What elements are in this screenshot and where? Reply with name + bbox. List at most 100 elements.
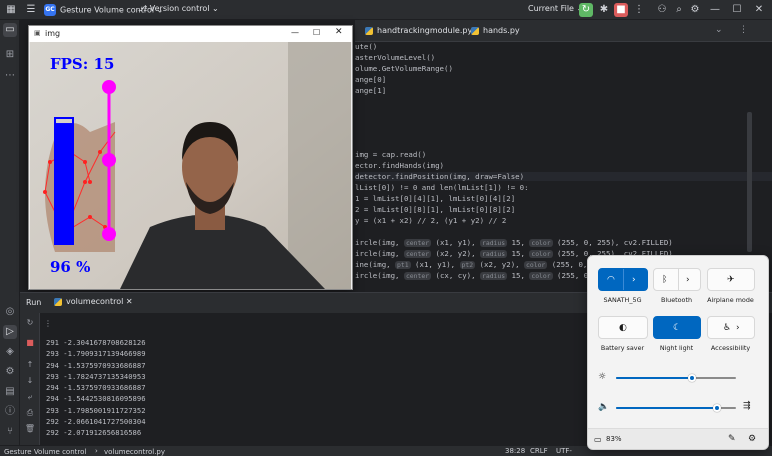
- services-icon[interactable]: ⚙: [3, 365, 17, 379]
- layers-icon[interactable]: ◈: [3, 345, 17, 359]
- code-line: 2 = lmList[0][8][1], lmList[0][8][2]: [355, 205, 516, 214]
- scroll-up-icon[interactable]: ↑: [24, 359, 36, 371]
- bluetooth-icon: ᛒ: [662, 275, 668, 285]
- run-config-tab[interactable]: volumecontrol ✕: [54, 297, 133, 306]
- battery-saver-icon: ◐: [619, 323, 627, 333]
- minimize-icon[interactable]: —: [291, 28, 299, 37]
- code-line: ange[0]: [355, 75, 387, 84]
- code-line: y = (x1 + x2) // 2, (y1 + y2) // 2: [355, 216, 507, 225]
- airplane-mode-tile[interactable]: ✈: [707, 268, 755, 291]
- code-line-current: detector.findPosition(img, draw=False): [355, 172, 772, 181]
- audio-output-icon[interactable]: ⇶: [743, 401, 751, 411]
- console-line: 294 -1.5375970933686887: [46, 360, 146, 370]
- volume-slider-fill: [616, 407, 717, 409]
- scroll-down-icon[interactable]: ↓: [24, 375, 36, 387]
- left-tool-strip: ▭ ⊞ ⋯ ◎ ▷ ◈ ⚙ ▤ ⓘ ⑂: [0, 20, 20, 445]
- quick-settings-panel: ◠ › SANATH_5G ᛒ › Bluetooth ✈ Airplane m…: [587, 255, 769, 450]
- status-file-separator: ›: [95, 447, 98, 455]
- brightness-slider-thumb[interactable]: [687, 374, 696, 382]
- stop-icon[interactable]: ■: [24, 337, 36, 349]
- night-light-tile[interactable]: ☾: [653, 316, 701, 339]
- console-output[interactable]: 291 -2.3041678708628126 293 -1.790931713…: [46, 337, 146, 439]
- volume-bar-fill: [55, 123, 73, 244]
- soft-wrap-icon[interactable]: ⤶: [24, 391, 36, 403]
- more-tools-icon[interactable]: ⋯: [3, 69, 17, 83]
- console-line: 294 -1.5442530816095896: [46, 394, 146, 404]
- brightness-icon: ☼: [598, 372, 607, 382]
- quick-settings-footer: ▭ 83% ✎ ⚙: [588, 428, 768, 449]
- image-window[interactable]: ▣ img — ☐ ✕ FPS: 15 96 %: [28, 25, 353, 290]
- code-line: 1 = lmList[0][4][1], lmList[0][4][2]: [355, 194, 516, 203]
- windows-logo-icon[interactable]: ▦: [4, 3, 18, 17]
- rerun-button[interactable]: ↻: [579, 3, 593, 17]
- image-window-title: img: [45, 29, 61, 38]
- chevron-down-icon: ⌄: [212, 4, 219, 13]
- vcs-menu[interactable]: ⎇ Version control ⌄: [138, 4, 219, 13]
- search-icon[interactable]: ⌕: [672, 3, 686, 17]
- console-line: 292 -2.0661041727500304: [46, 417, 146, 427]
- editor-scrollbar[interactable]: [747, 112, 752, 252]
- battery-saver-tile[interactable]: ◐: [598, 316, 648, 339]
- hamburger-menu-icon[interactable]: ☰: [24, 3, 38, 17]
- structure-icon[interactable]: ⊞: [3, 48, 17, 62]
- caret-position[interactable]: 38:28: [505, 447, 525, 455]
- night-light-label: Night light: [659, 344, 694, 352]
- chevron-right-icon[interactable]: ›: [686, 274, 690, 286]
- edit-pencil-icon[interactable]: ✎: [728, 434, 736, 444]
- volume-percent-label: 96 %: [50, 258, 90, 276]
- vcs-label: Version control: [149, 4, 210, 13]
- run-tab-label[interactable]: Run: [26, 298, 41, 307]
- brightness-slider[interactable]: [616, 374, 736, 382]
- run-config-selector[interactable]: Current File ⌄: [528, 4, 583, 13]
- chevron-right-icon[interactable]: ›: [632, 274, 636, 286]
- more-tabs-icon[interactable]: ⋮: [739, 25, 748, 35]
- tile-divider: [678, 269, 679, 290]
- airplane-mode-label: Airplane mode: [707, 296, 754, 304]
- line-ending[interactable]: CRLF: [530, 447, 548, 455]
- run-config-label: Current File: [528, 4, 574, 13]
- volume-slider[interactable]: [616, 404, 736, 412]
- tabs-dropdown-icon[interactable]: ⌄: [715, 25, 723, 35]
- stop-button[interactable]: ■: [614, 3, 628, 17]
- print-icon[interactable]: ⎙: [24, 407, 36, 419]
- project-folder-icon[interactable]: ▭: [3, 23, 17, 37]
- console-line: 293 -1.7824737135340953: [46, 371, 146, 381]
- trash-icon[interactable]: 🗑: [24, 423, 36, 435]
- close-icon[interactable]: ✕: [752, 3, 766, 17]
- git-icon[interactable]: ⑂: [3, 425, 17, 439]
- run-toolbar: ↻ ■ ↑ ↓ ⤶ ⎙ 🗑: [20, 313, 40, 446]
- python-file-icon: [471, 26, 479, 35]
- accessibility-label: Accessibility: [710, 344, 751, 352]
- terminal-icon[interactable]: ▤: [3, 385, 17, 399]
- more-options-icon[interactable]: ⋮: [44, 319, 52, 328]
- fps-label: FPS: 15: [50, 55, 114, 73]
- minimize-icon[interactable]: —: [708, 3, 722, 17]
- tab-hands[interactable]: hands.py: [471, 20, 520, 42]
- gear-icon[interactable]: ⚙: [748, 434, 756, 444]
- volume-slider-thumb[interactable]: [712, 404, 721, 412]
- index-tip-marker: [102, 227, 116, 241]
- wifi-tile[interactable]: ◠ ›: [598, 268, 648, 291]
- chevron-right-icon[interactable]: ›: [736, 322, 740, 334]
- problems-icon[interactable]: ⓘ: [3, 405, 17, 419]
- file-encoding[interactable]: UTF-: [556, 447, 572, 455]
- close-icon[interactable]: ✕: [335, 27, 343, 37]
- webcam-feed: FPS: 15 96 %: [30, 42, 351, 289]
- tab-handtrackingmodule[interactable]: handtrackingmodule.py: [365, 20, 472, 42]
- accessibility-tile[interactable]: ♿ ›: [707, 316, 755, 339]
- rerun-icon[interactable]: ↻: [24, 317, 36, 329]
- account-icon[interactable]: ⚇: [655, 3, 669, 17]
- run-tool-icon[interactable]: ▷: [3, 325, 17, 339]
- camera-frame: FPS: 15 96 %: [30, 42, 351, 289]
- close-icon[interactable]: ✕: [126, 297, 133, 306]
- maximize-icon[interactable]: ☐: [313, 28, 320, 37]
- python-packages-icon[interactable]: ◎: [3, 305, 17, 319]
- bluetooth-tile[interactable]: ᛒ ›: [653, 268, 701, 291]
- more-actions-icon[interactable]: ⋮: [632, 3, 646, 17]
- code-line: ange[1]: [355, 86, 387, 95]
- python-file-icon: [54, 297, 62, 306]
- maximize-icon[interactable]: ☐: [730, 3, 744, 17]
- image-window-titlebar[interactable]: ▣ img — ☐ ✕: [29, 26, 352, 42]
- debug-icon[interactable]: ✱: [597, 3, 611, 17]
- gear-icon[interactable]: ⚙: [688, 3, 702, 17]
